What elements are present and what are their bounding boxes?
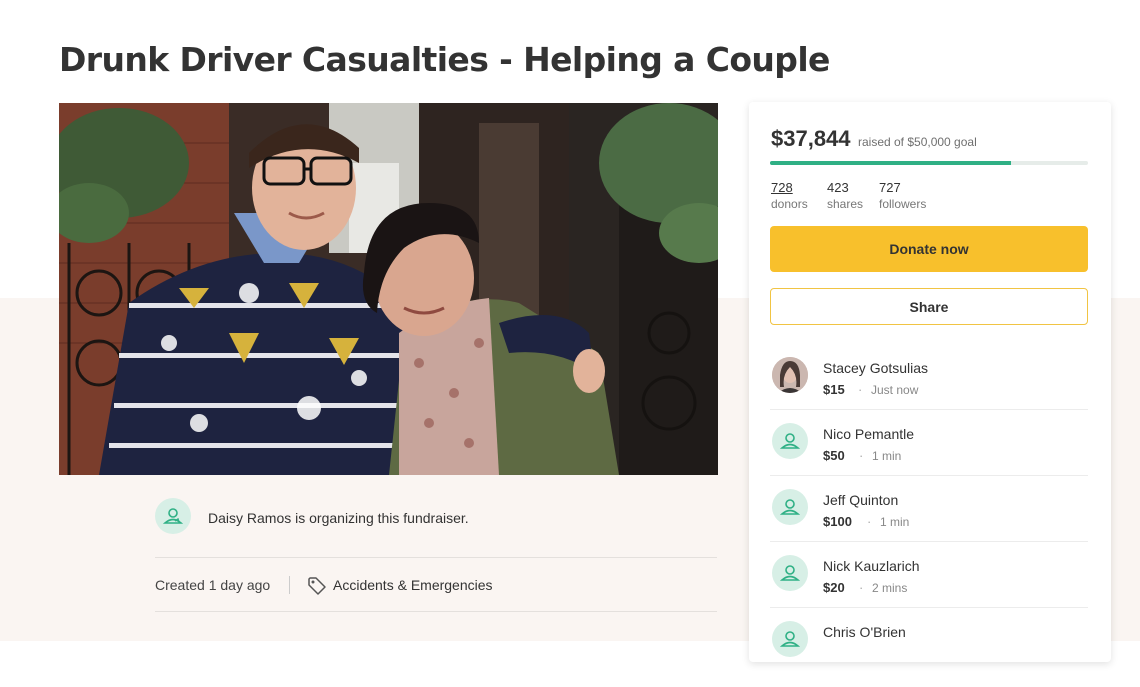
donation-time: 1 min [872,449,902,463]
donor-name: Nico Pemantle [823,426,915,442]
divider [770,607,1088,608]
meta-separator [289,576,290,594]
separator-dot: · [859,580,864,595]
raised-amount: $37,844 [771,126,851,151]
donor-name: Nick Kauzlarich [823,558,920,574]
campaign-photo [59,103,718,475]
category-link[interactable]: Accidents & Emergencies [333,577,493,593]
separator-dot: · [859,448,864,463]
user-icon [772,555,808,591]
donation-item: Nico Pemantle $50 · 1 min [770,423,1090,489]
donation-amount: $100 [823,514,852,529]
donation-time: 2 mins [872,581,908,595]
progress-fill [770,161,1011,165]
campaign-meta: Created 1 day ago Accidents & Emergencie… [155,576,717,596]
organizer-row: Daisy Ramos is organizing this fundraise… [155,497,717,537]
tag-icon [307,576,327,599]
user-icon [772,489,808,525]
divider [770,541,1088,542]
donors-count[interactable]: 728 [771,180,808,195]
donation-time: Just now [871,383,919,397]
donors-label: donors [771,197,808,211]
separator-dot: · [858,382,863,397]
donation-amount: $15 [823,382,845,397]
avatar [772,357,808,393]
user-icon [155,498,191,534]
user-icon [772,423,808,459]
goal-text: raised of $50,000 goal [857,135,977,149]
stat-followers: 727 followers [879,180,926,211]
donation-item: Stacey Gotsulias $15 · Just now [770,357,1090,423]
separator-dot: · [867,514,872,529]
donor-name: Stacey Gotsulias [823,360,929,376]
stat-donors[interactable]: 728 donors [771,180,808,211]
donor-name: Jeff Quinton [823,492,899,508]
created-date: Created 1 day ago [155,577,271,593]
donation-amount: $20 [823,580,845,595]
divider [770,409,1088,410]
shares-count: 423 [827,180,849,195]
stat-shares: 423 shares [827,180,863,211]
donation-card: $37,844 raised of $50,000 goal 728 donor… [749,102,1111,662]
donation-item: Jeff Quinton $100 · 1 min [770,489,1090,555]
donation-amount: $50 [823,448,845,463]
followers-label: followers [879,197,927,211]
divider [770,475,1088,476]
raised-summary: $37,844 raised of $50,000 goal [771,126,977,152]
donation-item: Chris O'Brien [770,621,1090,687]
divider [155,611,717,612]
divider [155,557,717,558]
donate-now-button[interactable]: Donate now [770,226,1088,272]
share-button[interactable]: Share [770,288,1088,325]
progress-bar [770,161,1088,165]
organizer-text: Daisy Ramos is organizing this fundraise… [208,510,469,526]
page-title: Drunk Driver Casualties - Helping a Coup… [59,40,830,79]
donation-item: Nick Kauzlarich $20 · 2 mins [770,555,1090,621]
donation-time: 1 min [880,515,910,529]
shares-label: shares [827,197,864,211]
followers-count: 727 [879,180,901,195]
donor-name: Chris O'Brien [823,624,906,640]
user-icon [772,621,808,657]
